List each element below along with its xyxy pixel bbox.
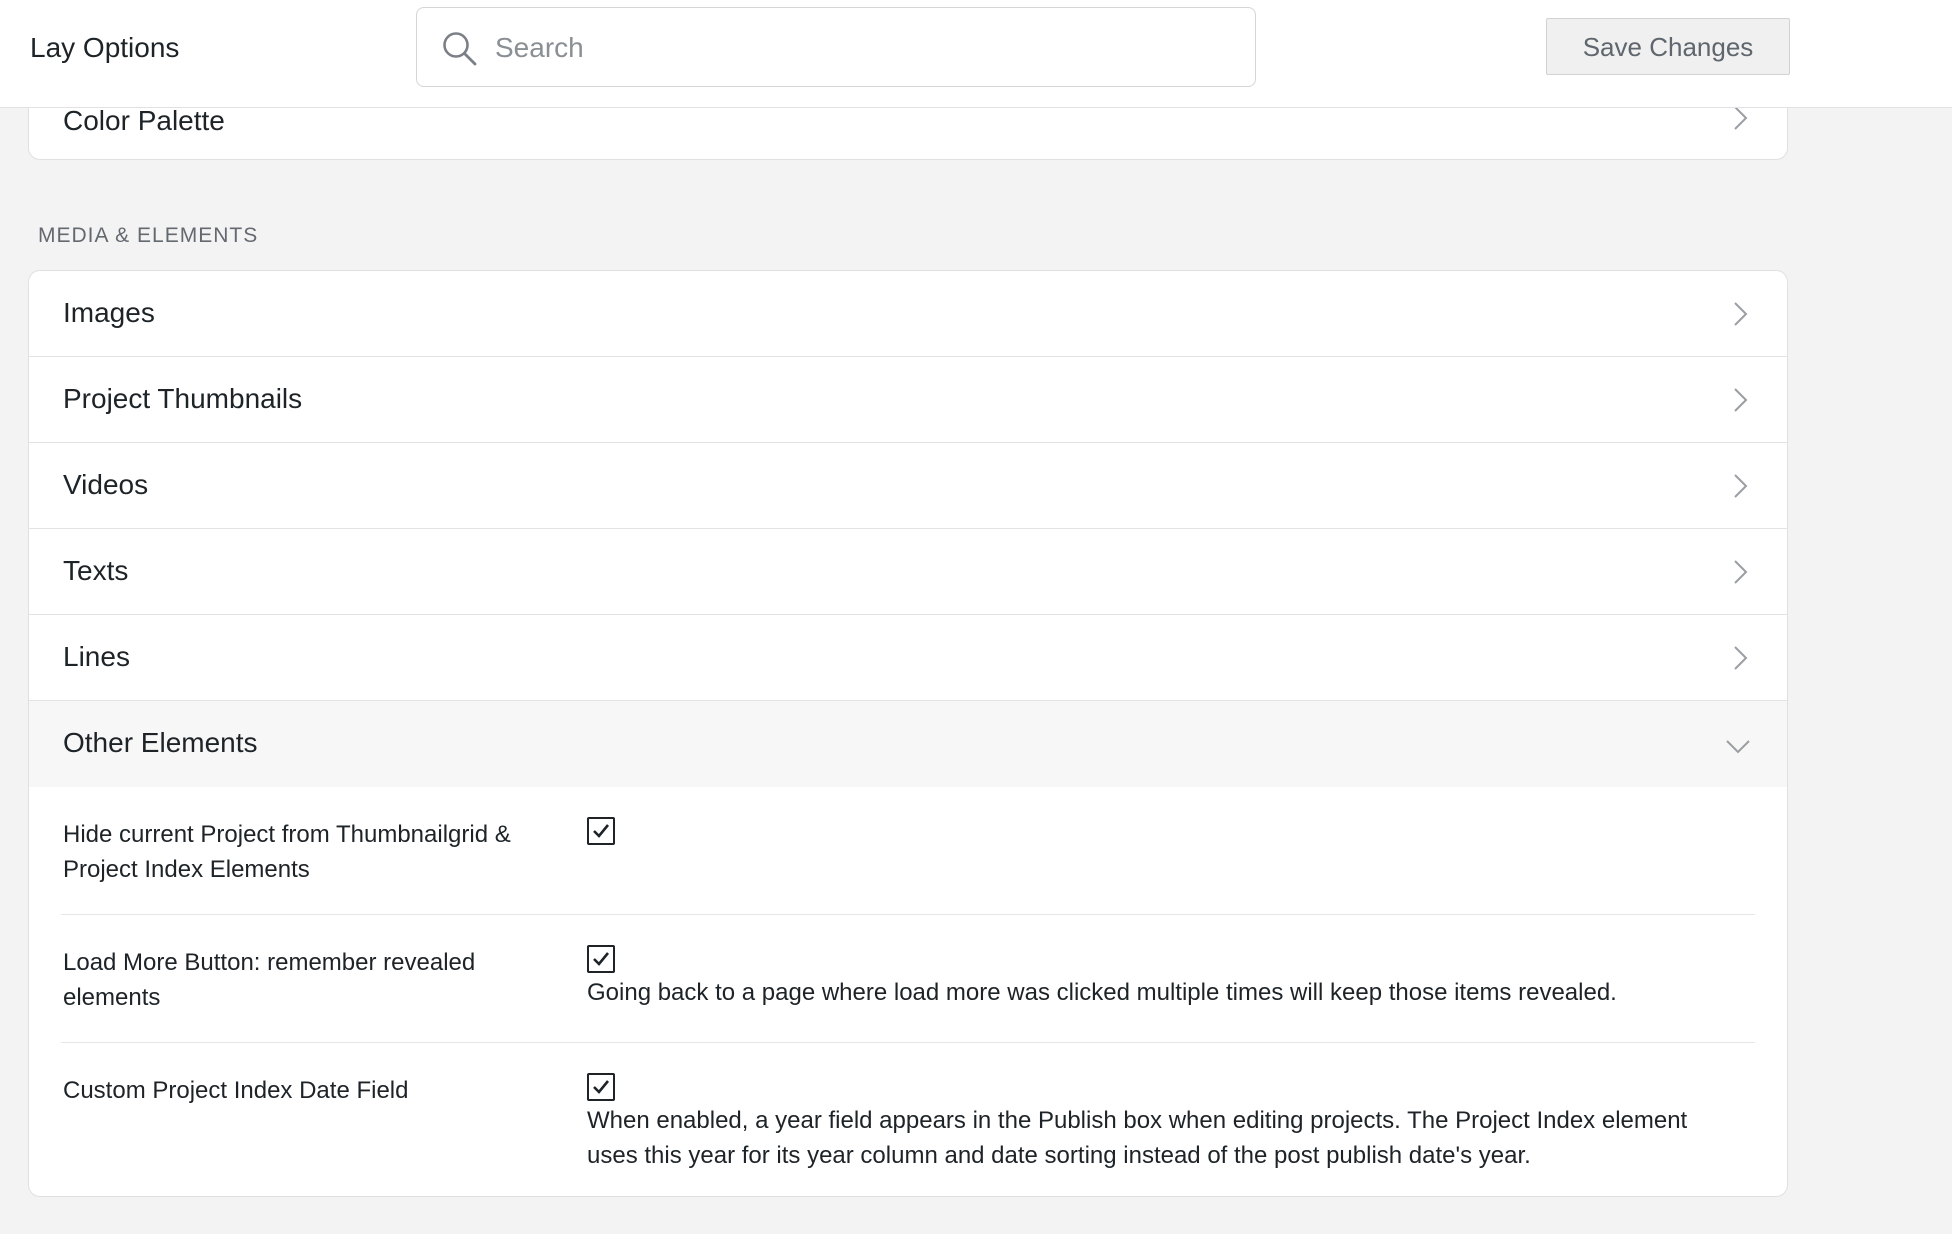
chevron-right-icon — [1729, 557, 1751, 587]
settings-row-lines[interactable]: Lines — [29, 615, 1787, 701]
chevron-right-icon — [1729, 299, 1751, 329]
other-elements-options: Hide current Project from Thumbnailgrid … — [29, 787, 1787, 1195]
option-hide-current-project: Hide current Project from Thumbnailgrid … — [61, 787, 1755, 915]
media-elements-panel: Images Project Thumbnails Videos Texts L… — [28, 270, 1788, 1197]
settings-row-images[interactable]: Images — [29, 271, 1787, 357]
checkmark-icon — [593, 952, 610, 966]
row-label: Lines — [63, 641, 130, 672]
checkmark-icon — [593, 1080, 610, 1094]
option-label: Custom Project Index Date Field — [63, 1077, 409, 1104]
settings-row-videos[interactable]: Videos — [29, 443, 1787, 529]
row-label: Other Elements — [63, 727, 258, 758]
option-label: Load More Button: remember revealed elem… — [63, 949, 476, 1011]
row-label: Videos — [63, 469, 149, 500]
chevron-right-icon — [1729, 643, 1751, 673]
settings-row-texts[interactable]: Texts — [29, 529, 1787, 615]
hide-current-project-checkbox[interactable] — [587, 817, 615, 845]
option-description: Going back to a page where load more was… — [587, 979, 1617, 1006]
checkmark-icon — [593, 824, 610, 838]
row-label: Color Palette — [63, 105, 225, 136]
row-label: Project Thumbnails — [63, 383, 303, 414]
top-bar: Lay Options Save Changes — [0, 0, 1952, 108]
search-icon — [441, 30, 479, 68]
option-description: When enabled, a year field appears in th… — [587, 1107, 1688, 1169]
custom-date-field-checkbox[interactable] — [587, 1073, 615, 1101]
save-changes-button[interactable]: Save Changes — [1546, 18, 1790, 75]
search-input[interactable] — [493, 26, 1233, 70]
app-title: Lay Options — [30, 32, 180, 63]
chevron-right-icon — [1729, 385, 1751, 415]
settings-row-project-thumbnails[interactable]: Project Thumbnails — [29, 357, 1787, 443]
chevron-right-icon — [1729, 471, 1751, 501]
option-label: Hide current Project from Thumbnailgrid … — [63, 821, 511, 883]
row-label: Texts — [63, 555, 129, 586]
option-custom-date-field: Custom Project Index Date Field When ena… — [61, 1043, 1755, 1195]
row-label: Images — [63, 297, 155, 328]
load-more-remember-checkbox[interactable] — [587, 945, 615, 973]
search-box[interactable] — [416, 7, 1256, 87]
chevron-down-icon — [1723, 735, 1753, 757]
section-heading-media-elements: MEDIA & ELEMENTS — [38, 224, 259, 247]
option-load-more-remember: Load More Button: remember revealed elem… — [61, 915, 1755, 1043]
settings-row-other-elements[interactable]: Other Elements — [29, 701, 1787, 787]
